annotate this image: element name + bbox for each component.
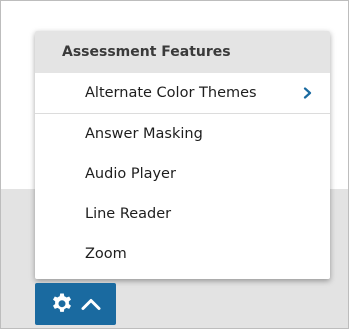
menu-item-label: Alternate Color Themes [85,85,257,101]
assessment-features-toggle-button[interactable] [35,283,116,325]
menu-item-alternate-color-themes[interactable]: Alternate Color Themes [35,73,330,114]
menu-item-zoom[interactable]: Zoom [35,234,330,274]
menu-item-label: Zoom [85,246,127,262]
chevron-right-icon [300,86,314,100]
menu-header-label: Assessment Features [62,44,231,60]
gear-icon [50,292,74,316]
menu-item-label: Answer Masking [85,126,203,142]
menu-item-label: Line Reader [85,206,172,222]
menu-header: Assessment Features [35,31,330,73]
window-frame: Assessment Features Alternate Color Them… [0,0,349,329]
menu-item-line-reader[interactable]: Line Reader [35,194,330,234]
menu-item-audio-player[interactable]: Audio Player [35,154,330,194]
chevron-up-icon [80,296,102,312]
menu-item-answer-masking[interactable]: Answer Masking [35,114,330,154]
menu-item-label: Audio Player [85,166,176,182]
assessment-features-menu: Assessment Features Alternate Color Them… [35,31,330,279]
